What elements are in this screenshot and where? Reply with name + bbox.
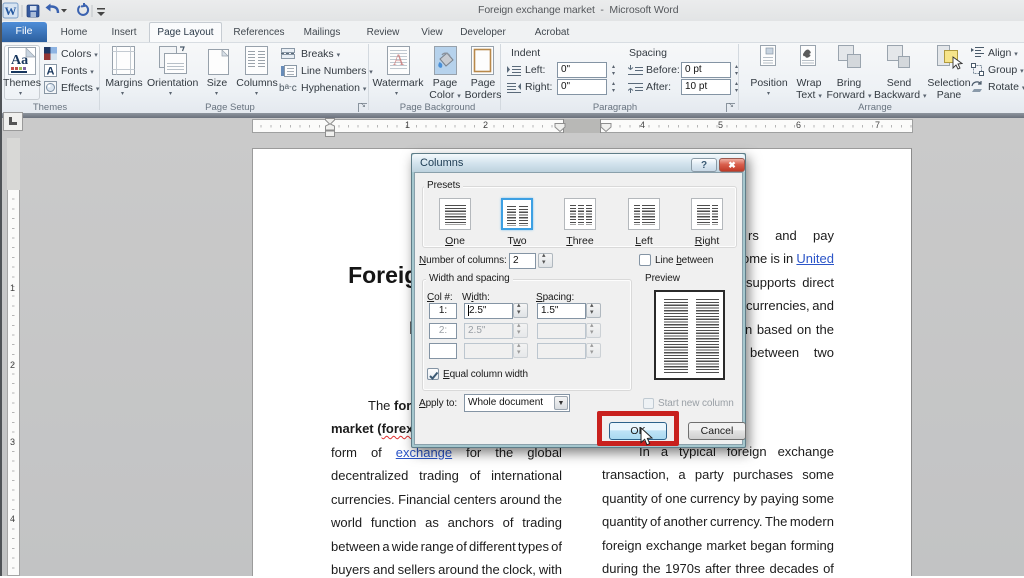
svg-text:Aa: Aa — [11, 53, 28, 68]
svg-text:A: A — [393, 52, 405, 69]
svg-text:W: W — [5, 4, 17, 18]
svg-text:A: A — [47, 66, 55, 78]
